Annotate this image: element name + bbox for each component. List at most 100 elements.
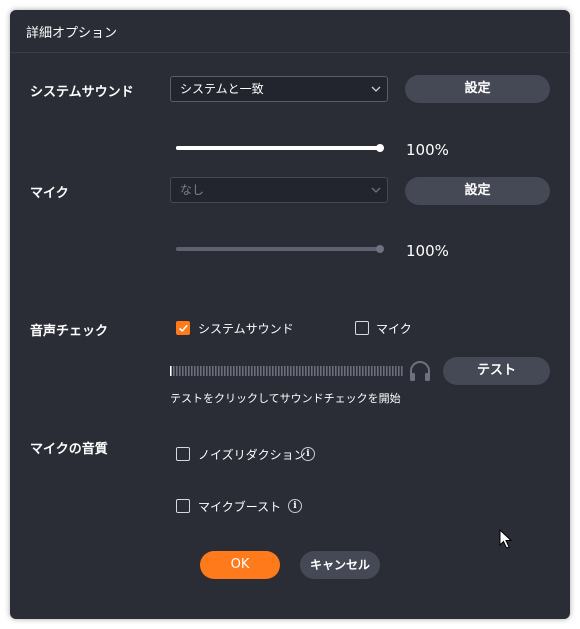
level-meter-tick (398, 366, 400, 376)
level-meter-tick (233, 366, 235, 376)
level-meter-tick (338, 366, 340, 376)
dialog-title: 詳細オプション (26, 26, 118, 41)
level-meter-tick (170, 366, 172, 376)
level-meter-tick (368, 366, 370, 376)
system-sound-volume-slider[interactable] (176, 144, 384, 152)
level-meter-tick (347, 366, 349, 376)
level-meter-tick (260, 366, 262, 376)
level-meter-tick (227, 366, 229, 376)
system-sound-select[interactable]: システムと一致 (170, 76, 388, 102)
level-meter-tick (248, 366, 250, 376)
level-meter-tick (395, 366, 397, 376)
level-meter-tick (215, 366, 217, 376)
level-meter-tick (191, 366, 193, 376)
mic-label: マイク (30, 186, 69, 201)
chevron-down-icon (371, 187, 381, 193)
level-meter-tick (242, 366, 244, 376)
level-meter-tick (182, 366, 184, 376)
level-meter-tick (251, 366, 253, 376)
level-meter-tick (224, 366, 226, 376)
level-meter-tick (257, 366, 259, 376)
system-sound-settings-button[interactable]: 設定 (405, 75, 550, 103)
level-meter-tick (212, 366, 214, 376)
cancel-button[interactable]: キャンセル (300, 551, 380, 579)
mic-volume-knob[interactable] (376, 245, 384, 253)
mic-select[interactable]: なし (170, 177, 388, 203)
level-meter-tick (332, 366, 334, 376)
sound-check-label: 音声チェック (30, 324, 109, 339)
mic-settings-button[interactable]: 設定 (405, 177, 550, 205)
level-meter-tick (266, 366, 268, 376)
noise-reduction-checkbox[interactable] (176, 447, 190, 461)
level-meter-tick (308, 366, 310, 376)
level-meter-tick (179, 366, 181, 376)
sound-check-hint: テストをクリックしてサウンドチェックを開始 (170, 392, 401, 405)
level-meter-tick (290, 366, 292, 376)
info-icon[interactable]: i (288, 499, 302, 513)
level-meter-tick (176, 366, 178, 376)
level-meter-tick (305, 366, 307, 376)
title-divider (10, 52, 570, 53)
level-meter-tick (317, 366, 319, 376)
level-meter-tick (188, 366, 190, 376)
test-button[interactable]: テスト (443, 357, 550, 385)
sound-level-meter (170, 366, 403, 376)
system-sound-volume-fill (176, 146, 380, 150)
level-meter-tick (326, 366, 328, 376)
mic-select-value: なし (180, 183, 205, 197)
check-icon (178, 324, 188, 332)
level-meter-tick (341, 366, 343, 376)
level-meter-tick (239, 366, 241, 376)
noise-reduction-label: ノイズリダクション (198, 448, 306, 462)
level-meter-tick (335, 366, 337, 376)
level-meter-tick (194, 366, 196, 376)
system-sound-check-label: システムサウンド (198, 322, 294, 336)
chevron-down-icon (371, 86, 381, 92)
level-meter-tick (356, 366, 358, 376)
mic-volume-slider[interactable] (176, 245, 384, 253)
system-sound-volume-knob[interactable] (376, 144, 384, 152)
level-meter-tick (383, 366, 385, 376)
level-meter-tick (254, 366, 256, 376)
mic-volume-value: 100% (406, 242, 449, 260)
level-meter-tick (401, 366, 403, 376)
level-meter-tick (371, 366, 373, 376)
advanced-options-dialog: 詳細オプション システムサウンド システムと一致 設定 100% マイク なし … (10, 10, 570, 619)
level-meter-tick (218, 366, 220, 376)
mic-boost-label: マイクブースト (198, 500, 282, 514)
level-meter-tick (389, 366, 391, 376)
level-meter-tick (293, 366, 295, 376)
mic-boost-checkbox[interactable] (176, 499, 190, 513)
level-meter-tick (173, 366, 175, 376)
mic-check-checkbox[interactable] (355, 321, 369, 335)
mic-volume-fill (176, 247, 380, 251)
mic-quality-label: マイクの音質 (30, 442, 108, 457)
level-meter-tick (359, 366, 361, 376)
system-sound-select-value: システムと一致 (180, 82, 264, 96)
level-meter-tick (185, 366, 187, 376)
level-meter-tick (275, 366, 277, 376)
level-meter-tick (314, 366, 316, 376)
level-meter-tick (353, 366, 355, 376)
ok-button[interactable]: OK (200, 551, 280, 579)
level-meter-tick (263, 366, 265, 376)
level-meter-tick (392, 366, 394, 376)
level-meter-tick (272, 366, 274, 376)
level-meter-tick (221, 366, 223, 376)
level-meter-tick (287, 366, 289, 376)
info-icon[interactable]: i (301, 447, 315, 461)
level-meter-tick (209, 366, 211, 376)
level-meter-tick (380, 366, 382, 376)
level-meter-tick (230, 366, 232, 376)
level-meter-tick (269, 366, 271, 376)
level-meter-tick (329, 366, 331, 376)
level-meter-tick (386, 366, 388, 376)
system-sound-check-checkbox[interactable] (176, 321, 190, 335)
level-meter-tick (365, 366, 367, 376)
level-meter-tick (311, 366, 313, 376)
level-meter-tick (200, 366, 202, 376)
level-meter-tick (197, 366, 199, 376)
level-meter-tick (377, 366, 379, 376)
level-meter-tick (284, 366, 286, 376)
level-meter-tick (350, 366, 352, 376)
